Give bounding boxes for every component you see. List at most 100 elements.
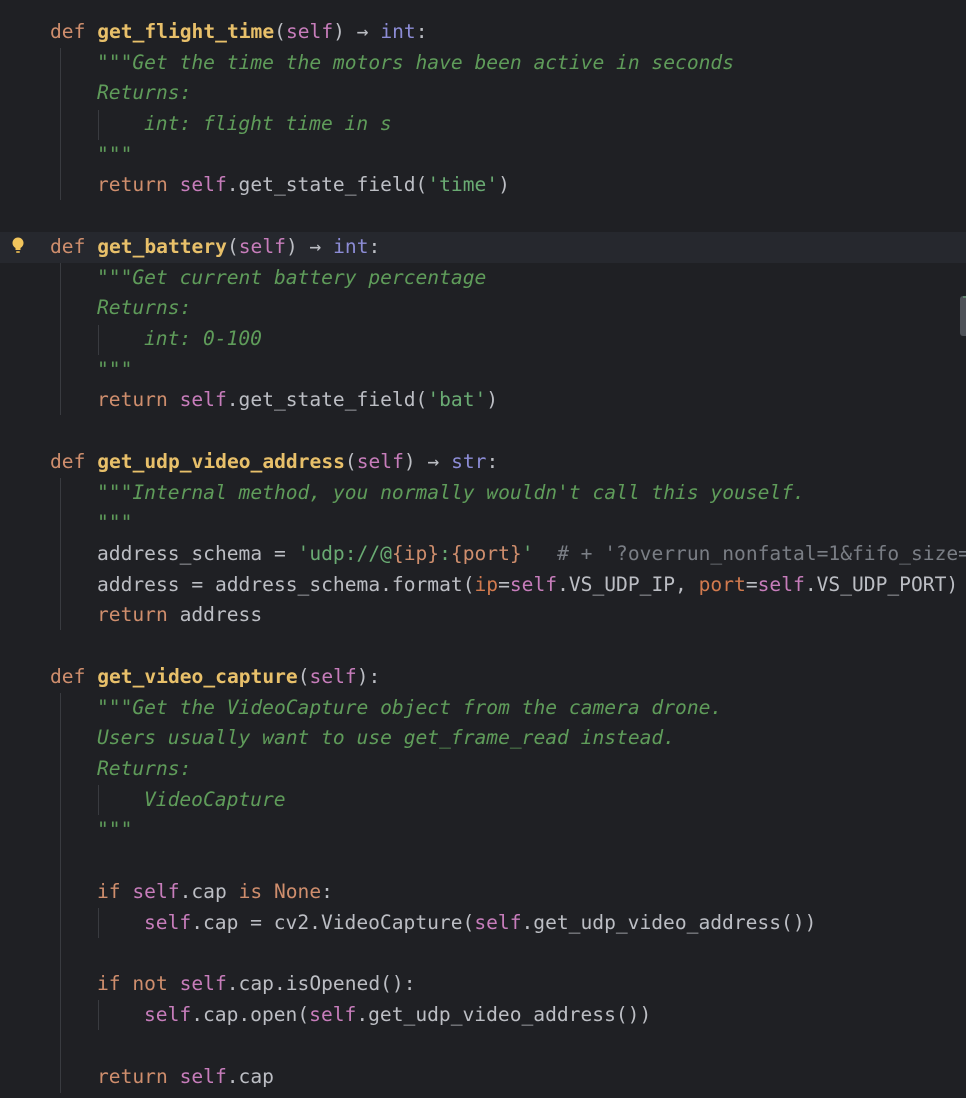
function-name[interactable]: get_flight_time bbox=[97, 20, 274, 43]
keyword: return bbox=[97, 603, 168, 626]
string-literal: : bbox=[439, 542, 451, 565]
code-line[interactable]: return self.get_state_field('time') bbox=[0, 170, 966, 201]
punctuation: ) bbox=[498, 173, 510, 196]
keyword: def bbox=[50, 450, 86, 473]
punctuation: ) bbox=[486, 388, 499, 411]
method-call: .cap.isOpened(): bbox=[226, 972, 416, 995]
string-literal: 'udp://@ bbox=[297, 542, 392, 565]
code-editor[interactable]: def get_flight_time(self) → int: """Get … bbox=[0, 0, 966, 1098]
punctuation: : bbox=[415, 20, 428, 43]
keyword: def bbox=[50, 665, 86, 688]
punctuation: ) → bbox=[285, 235, 334, 258]
docstring: int: flight time in s bbox=[144, 112, 392, 135]
punctuation: ): bbox=[356, 665, 381, 688]
code-line[interactable]: """Get current battery percentage bbox=[0, 263, 966, 294]
self-ref: self bbox=[144, 1003, 192, 1026]
self-ref: self bbox=[179, 173, 227, 196]
docstring: """Get the time the motors have been act… bbox=[97, 51, 735, 74]
format-placeholder: {port} bbox=[450, 542, 522, 565]
function-name[interactable]: get_video_capture bbox=[97, 665, 298, 688]
keyword: return bbox=[97, 1065, 168, 1088]
docstring: Returns: bbox=[97, 757, 192, 780]
punctuation: ( bbox=[274, 20, 286, 43]
docstring: Returns: bbox=[97, 81, 192, 104]
function-name[interactable]: get_battery bbox=[97, 235, 227, 258]
method-call: .get_udp_video_address()) bbox=[356, 1003, 652, 1026]
keyword: def bbox=[50, 235, 86, 258]
docstring: Returns: bbox=[97, 296, 192, 319]
return-type: str bbox=[451, 450, 487, 473]
code-line[interactable]: def get_video_capture(self): bbox=[0, 662, 966, 693]
keyword: return bbox=[97, 173, 168, 196]
code-line[interactable]: def get_flight_time(self) → int: bbox=[0, 17, 966, 48]
docstring: """ bbox=[97, 818, 133, 841]
code-line[interactable]: Returns: bbox=[0, 78, 966, 109]
code-line[interactable]: self.cap.open(self.get_udp_video_address… bbox=[0, 1000, 966, 1031]
docstring: Users usually want to use get_frame_read… bbox=[97, 726, 676, 749]
assignment: address = address_schema.format( bbox=[97, 573, 475, 596]
code-line[interactable]: return self.get_state_field('bat') bbox=[0, 385, 966, 416]
string-literal: 'time' bbox=[427, 173, 499, 196]
punctuation: ( bbox=[226, 235, 239, 258]
function-name[interactable]: get_udp_video_address bbox=[97, 450, 345, 473]
code-line[interactable]: int: flight time in s bbox=[0, 109, 966, 140]
code-line[interactable]: return self.cap bbox=[0, 1062, 966, 1093]
docstring: """Get the VideoCapture object from the … bbox=[97, 696, 723, 719]
code-line[interactable]: """ bbox=[0, 140, 966, 171]
attribute: .cap bbox=[226, 1065, 274, 1088]
keyword: return bbox=[97, 388, 168, 411]
code-line[interactable]: """Internal method, you normally wouldn'… bbox=[0, 478, 966, 509]
attribute: .cap bbox=[179, 880, 239, 903]
named-param: port bbox=[698, 573, 746, 596]
punctuation: : bbox=[486, 450, 499, 473]
assignment: .cap = cv2.VideoCapture( bbox=[191, 911, 475, 934]
code-line[interactable]: return address bbox=[0, 600, 966, 631]
lightbulb-icon[interactable] bbox=[11, 236, 25, 256]
code-line[interactable]: """ bbox=[0, 355, 966, 386]
return-type: int bbox=[333, 235, 369, 258]
code-line[interactable]: self.cap = cv2.VideoCapture(self.get_udp… bbox=[0, 908, 966, 939]
code-line[interactable]: """ bbox=[0, 508, 966, 539]
code-line[interactable]: """Get the VideoCapture object from the … bbox=[0, 693, 966, 724]
self-ref: self bbox=[179, 388, 227, 411]
self-ref: self bbox=[179, 1065, 227, 1088]
punctuation: ( bbox=[344, 450, 357, 473]
method-call: .cap.open( bbox=[191, 1003, 310, 1026]
code-line[interactable]: Returns: bbox=[0, 754, 966, 785]
assignment: address_schema = bbox=[97, 542, 298, 565]
code-line[interactable]: Users usually want to use get_frame_read… bbox=[0, 723, 966, 754]
self-ref: self bbox=[309, 1003, 357, 1026]
code-line[interactable]: address = address_schema.format(ip=self.… bbox=[0, 570, 966, 601]
code-line[interactable]: VideoCapture bbox=[0, 785, 966, 816]
code-line[interactable]: address_schema = 'udp://@{ip}:{port}' # … bbox=[0, 539, 966, 570]
format-placeholder: {ip} bbox=[391, 542, 440, 565]
code-line[interactable]: """Get the time the motors have been act… bbox=[0, 48, 966, 79]
self-ref: self bbox=[509, 573, 558, 596]
punctuation: ) → bbox=[403, 450, 452, 473]
punctuation: ( bbox=[297, 665, 310, 688]
docstring: """ bbox=[97, 358, 133, 381]
punctuation: = bbox=[498, 573, 510, 596]
self-param: self bbox=[309, 665, 357, 688]
code-line[interactable]: if self.cap is None: bbox=[0, 877, 966, 908]
self-param: self bbox=[285, 20, 334, 43]
code-line[interactable]: """ bbox=[0, 815, 966, 846]
attribute: .VS_UDP_IP, bbox=[557, 573, 699, 596]
code-line-current[interactable]: def get_battery(self) → int: bbox=[0, 232, 966, 263]
docstring: """ bbox=[97, 511, 133, 534]
docstring: """Get current battery percentage bbox=[97, 266, 487, 289]
keyword: not bbox=[132, 972, 168, 995]
code-line[interactable]: Returns: bbox=[0, 293, 966, 324]
punctuation: ) → bbox=[333, 20, 381, 43]
method-call: .get_state_field( bbox=[226, 388, 428, 411]
code-line[interactable]: def get_udp_video_address(self) → str: bbox=[0, 447, 966, 478]
code-line[interactable]: if not self.cap.isOpened(): bbox=[0, 969, 966, 1000]
docstring: int: 0-100 bbox=[144, 327, 262, 350]
code-line[interactable]: int: 0-100 bbox=[0, 324, 966, 355]
